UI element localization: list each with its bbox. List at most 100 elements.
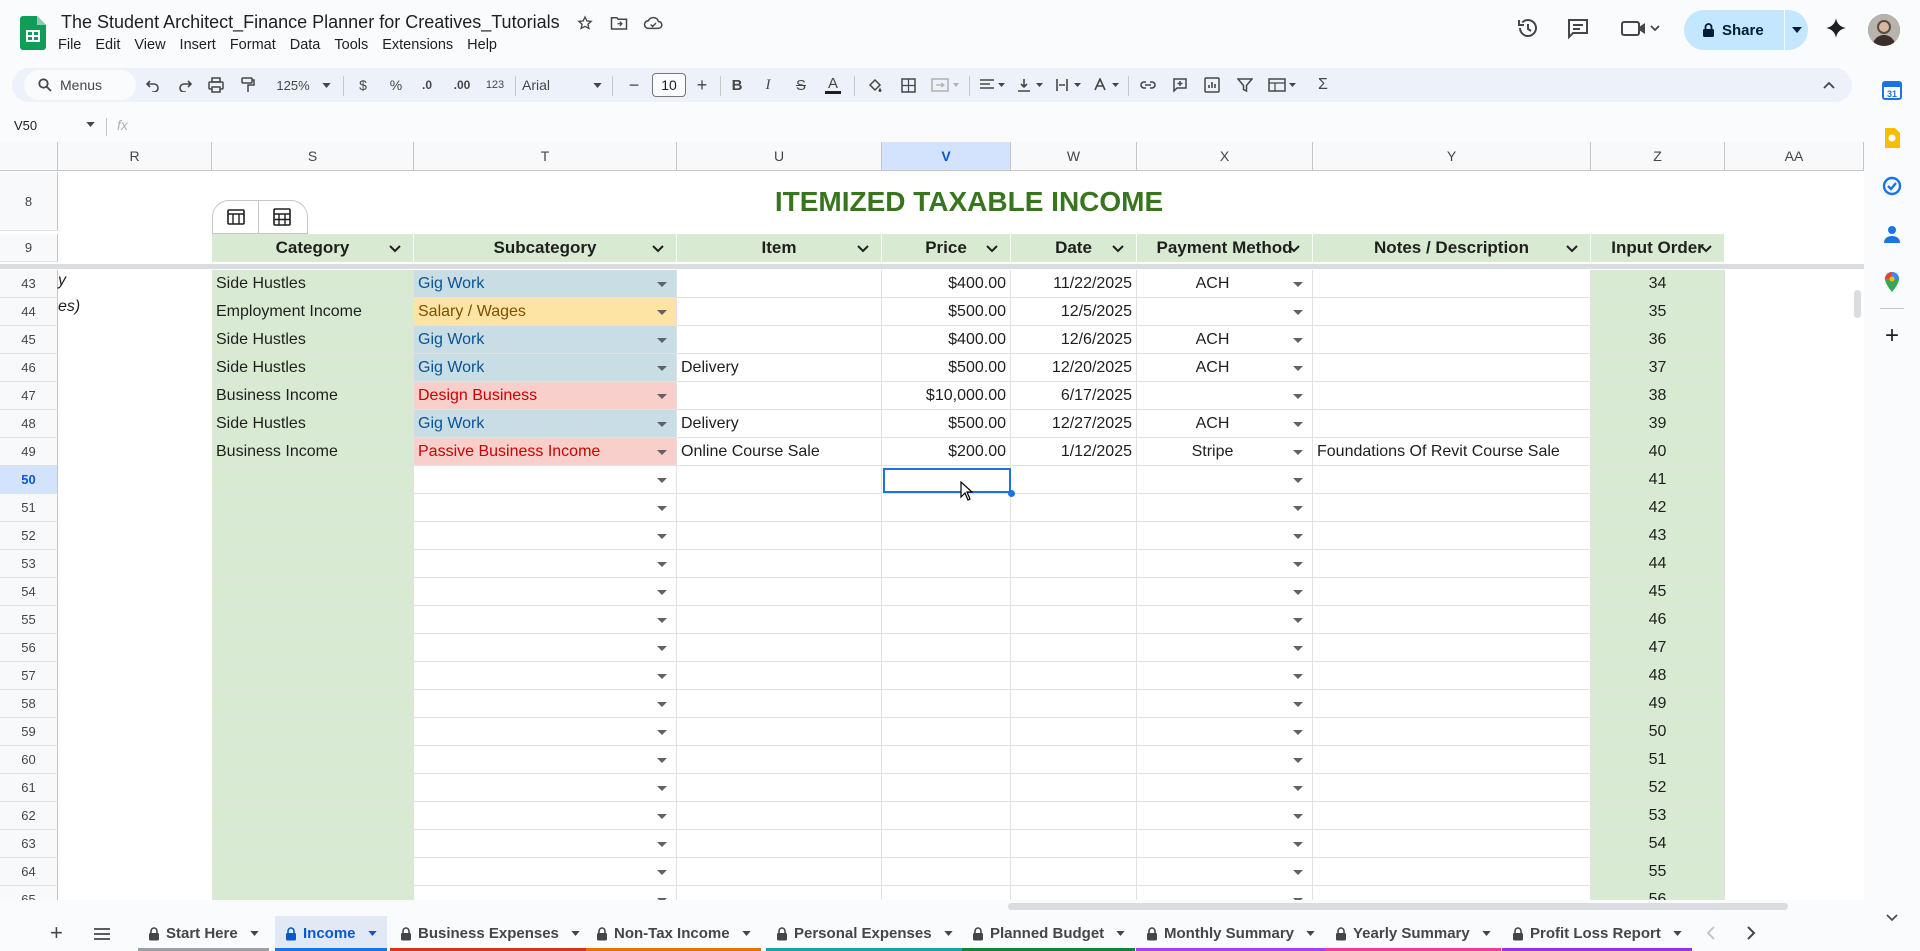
- price-cell[interactable]: [882, 802, 1011, 830]
- input-order-cell[interactable]: 41: [1591, 466, 1725, 494]
- input-order-cell[interactable]: 49: [1591, 690, 1725, 718]
- borders-icon[interactable]: [897, 74, 919, 96]
- subcategory-cell[interactable]: [414, 802, 677, 830]
- item-cell[interactable]: Delivery: [677, 354, 882, 382]
- category-cell[interactable]: [212, 718, 414, 746]
- notes-cell[interactable]: [1313, 718, 1591, 746]
- payment-method-cell[interactable]: ACH: [1137, 270, 1313, 298]
- undo-icon[interactable]: [142, 74, 164, 96]
- table-header-notes-description[interactable]: Notes / Description: [1313, 234, 1591, 262]
- category-cell[interactable]: [212, 522, 414, 550]
- notes-cell[interactable]: [1313, 270, 1591, 298]
- sheet-tab-planned-budget[interactable]: Planned Budget: [962, 916, 1136, 951]
- category-cell[interactable]: [212, 578, 414, 606]
- dropdown-arrow-icon[interactable]: [657, 478, 667, 483]
- subcategory-cell[interactable]: Salary / Wages: [414, 298, 677, 326]
- category-cell[interactable]: [212, 494, 414, 522]
- merge-cells-icon[interactable]: [929, 74, 963, 96]
- payment-method-cell[interactable]: [1137, 550, 1313, 578]
- input-order-cell[interactable]: 39: [1591, 410, 1725, 438]
- item-cell[interactable]: Delivery: [677, 410, 882, 438]
- subcategory-cell[interactable]: Passive Business Income: [414, 438, 677, 466]
- date-cell[interactable]: [1011, 578, 1137, 606]
- item-cell[interactable]: [677, 298, 882, 326]
- menu-tools[interactable]: Tools: [328, 36, 374, 54]
- dropdown-arrow-icon[interactable]: [657, 422, 667, 427]
- notes-cell[interactable]: [1313, 802, 1591, 830]
- document-title[interactable]: The Student Architect_Finance Planner fo…: [61, 12, 560, 33]
- subcategory-cell[interactable]: [414, 746, 677, 774]
- subcategory-cell[interactable]: [414, 578, 677, 606]
- payment-method-cell[interactable]: [1137, 578, 1313, 606]
- date-cell[interactable]: [1011, 634, 1137, 662]
- row-header-49[interactable]: 49: [0, 438, 58, 466]
- increase-font-size-icon[interactable]: +: [692, 74, 712, 96]
- notes-cell[interactable]: [1313, 830, 1591, 858]
- date-cell[interactable]: [1011, 830, 1137, 858]
- input-order-cell[interactable]: 36: [1591, 326, 1725, 354]
- notes-cell[interactable]: [1313, 298, 1591, 326]
- subcategory-cell[interactable]: Gig Work: [414, 270, 677, 298]
- dropdown-arrow-icon[interactable]: [657, 562, 667, 567]
- price-cell[interactable]: $500.00: [882, 354, 1011, 382]
- strikethrough-icon[interactable]: S: [790, 74, 812, 96]
- price-cell[interactable]: $200.00: [882, 438, 1011, 466]
- subcategory-cell[interactable]: [414, 830, 677, 858]
- notes-cell[interactable]: [1313, 606, 1591, 634]
- column-header-w[interactable]: W: [1011, 142, 1137, 171]
- input-order-cell[interactable]: 50: [1591, 718, 1725, 746]
- menu-view[interactable]: View: [128, 36, 171, 54]
- dropdown-arrow-icon[interactable]: [657, 310, 667, 315]
- decrease-font-size-icon[interactable]: −: [624, 74, 644, 96]
- date-cell[interactable]: [1011, 774, 1137, 802]
- row-header-64[interactable]: 64: [0, 858, 58, 886]
- dropdown-arrow-icon[interactable]: [657, 842, 667, 847]
- table-header-subcategory[interactable]: Subcategory: [414, 234, 677, 262]
- dropdown-arrow-icon[interactable]: [1293, 422, 1303, 427]
- price-cell[interactable]: [882, 746, 1011, 774]
- dropdown-arrow-icon[interactable]: [1293, 646, 1303, 651]
- insert-link-icon[interactable]: [1137, 74, 1159, 96]
- sheet-tab-caret-icon[interactable]: [250, 931, 259, 936]
- dropdown-arrow-icon[interactable]: [657, 506, 667, 511]
- scroll-tabs-left-icon[interactable]: [1706, 925, 1716, 946]
- format-currency-button[interactable]: $: [352, 74, 374, 96]
- price-cell[interactable]: $500.00: [882, 410, 1011, 438]
- gemini-spark-icon[interactable]: [1822, 14, 1850, 42]
- sheet-tab-monthly-summary[interactable]: Monthly Summary: [1136, 916, 1326, 951]
- dropdown-arrow-icon[interactable]: [657, 674, 667, 679]
- dropdown-arrow-icon[interactable]: [1293, 366, 1303, 371]
- date-cell[interactable]: [1011, 550, 1137, 578]
- price-cell[interactable]: [882, 858, 1011, 886]
- frozen-rows-divider[interactable]: [0, 264, 1864, 269]
- sheet-tab-personal-expenses[interactable]: Personal Expenses: [766, 916, 963, 951]
- payment-method-cell[interactable]: [1137, 774, 1313, 802]
- input-order-cell[interactable]: 45: [1591, 578, 1725, 606]
- dropdown-arrow-icon[interactable]: [657, 814, 667, 819]
- row-header-47[interactable]: 47: [0, 382, 58, 410]
- name-box-caret-icon[interactable]: [86, 122, 95, 127]
- notes-cell[interactable]: [1313, 522, 1591, 550]
- category-cell[interactable]: Side Hustles: [212, 270, 414, 298]
- vertical-align-icon[interactable]: [1016, 74, 1046, 96]
- sheet-tab-caret-icon[interactable]: [1673, 931, 1682, 936]
- column-header-x[interactable]: X: [1137, 142, 1313, 171]
- menu-help[interactable]: Help: [461, 36, 503, 54]
- item-cell[interactable]: [677, 662, 882, 690]
- row-header-8[interactable]: 8: [0, 172, 58, 231]
- date-cell[interactable]: 12/27/2025: [1011, 410, 1137, 438]
- sheets-logo-icon[interactable]: [20, 16, 46, 50]
- payment-method-cell[interactable]: ACH: [1137, 354, 1313, 382]
- get-addons-icon[interactable]: +: [1880, 322, 1904, 349]
- column-header-t[interactable]: T: [414, 142, 677, 171]
- dropdown-arrow-icon[interactable]: [657, 590, 667, 595]
- item-cell[interactable]: [677, 326, 882, 354]
- sheet-tab-start-here[interactable]: Start Here: [138, 916, 269, 951]
- category-cell[interactable]: [212, 606, 414, 634]
- subcategory-cell[interactable]: Gig Work: [414, 410, 677, 438]
- notes-cell[interactable]: [1313, 466, 1591, 494]
- subcategory-cell[interactable]: [414, 690, 677, 718]
- row-header-55[interactable]: 55: [0, 606, 58, 634]
- notes-cell[interactable]: [1313, 578, 1591, 606]
- horizontal-align-icon[interactable]: [978, 74, 1008, 96]
